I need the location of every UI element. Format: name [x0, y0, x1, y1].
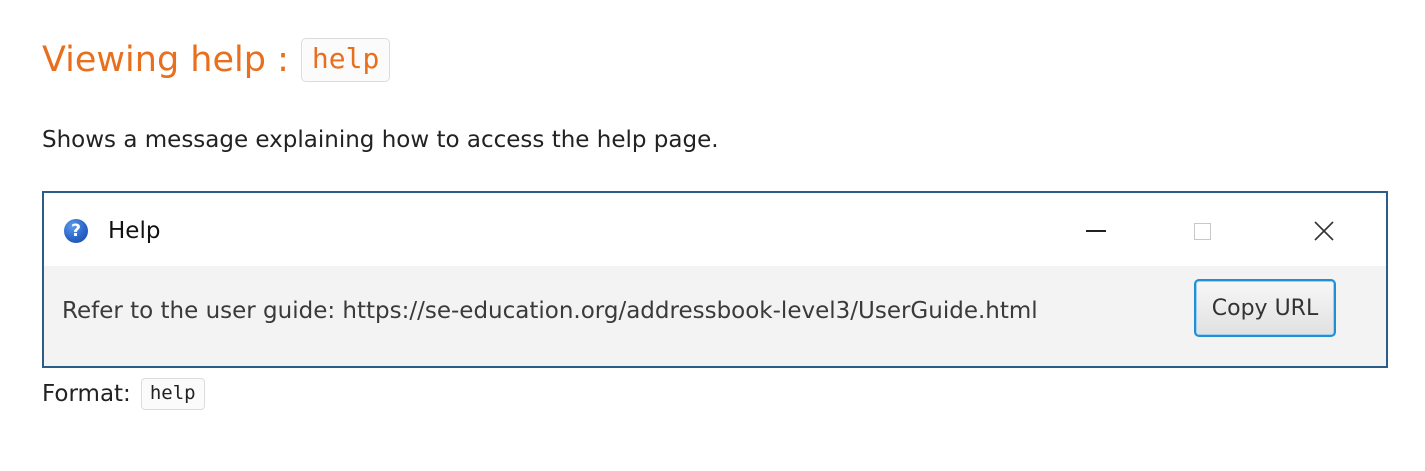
maximize-icon	[1193, 222, 1211, 240]
user-guide-message: Refer to the user guide: https://se-educ…	[62, 298, 1038, 324]
section-heading: Viewing help : help	[42, 30, 391, 90]
help-question-icon: ?	[64, 219, 88, 243]
close-button[interactable]	[1304, 213, 1344, 249]
help-window-content: Refer to the user guide: https://se-educ…	[44, 266, 1386, 366]
section-description: Shows a message explaining how to access…	[42, 127, 719, 153]
close-icon	[1314, 221, 1334, 241]
help-window-screenshot: ? Help Refer to the user guide: https://…	[42, 191, 1388, 368]
format-line: Format: help	[42, 377, 205, 411]
format-label: Format:	[42, 381, 131, 407]
maximize-button[interactable]	[1182, 213, 1222, 249]
minimize-icon	[1086, 230, 1106, 232]
copy-url-button[interactable]: Copy URL	[1194, 279, 1336, 337]
format-command-code: help	[140, 378, 205, 410]
section-heading-text: Viewing help :	[42, 40, 289, 80]
help-window-title: Help	[108, 218, 161, 244]
help-window-title-bar: ? Help	[44, 193, 1386, 266]
minimize-button[interactable]	[1076, 213, 1116, 249]
heading-command-code: help	[300, 38, 391, 82]
